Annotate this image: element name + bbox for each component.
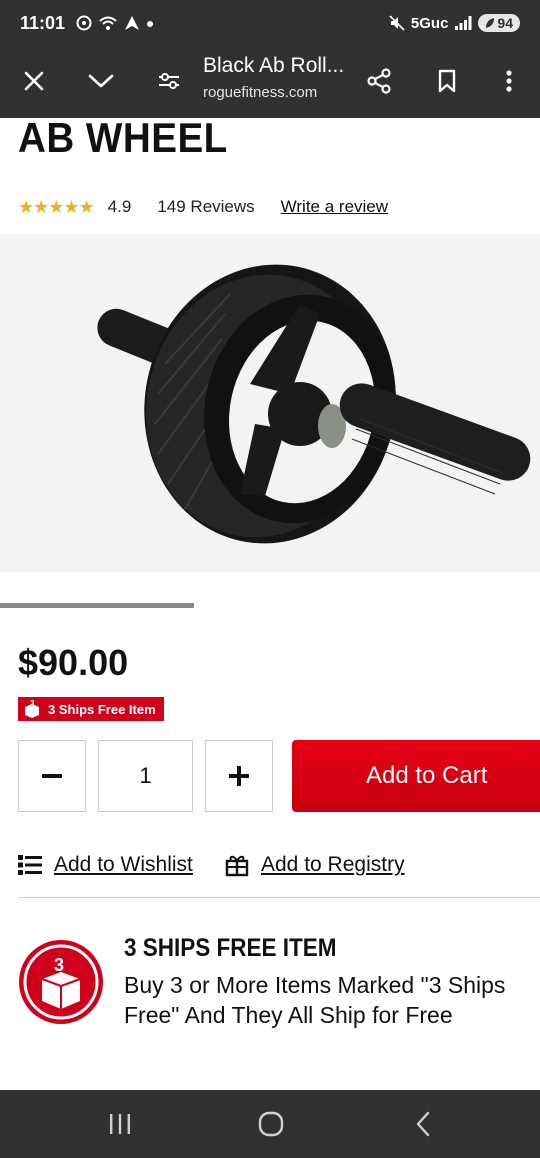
- tune-icon: [159, 73, 179, 89]
- ships-free-title: 3 SHIPS FREE ITEM: [124, 934, 337, 962]
- svg-text:3: 3: [30, 699, 35, 708]
- status-time: 11:01: [20, 13, 66, 33]
- rating-value: 4.9: [107, 197, 132, 216]
- product-image[interactable]: [0, 234, 540, 572]
- add-to-registry-link[interactable]: Add to Registry: [225, 851, 405, 879]
- ab-wheel-image: [97, 264, 531, 544]
- share-icon: [367, 68, 391, 94]
- status-bar: 11:01 5Guc 94: [0, 0, 540, 46]
- recents-icon: [110, 1114, 130, 1134]
- home-icon: [258, 1111, 284, 1137]
- product-name: AB WHEEL: [18, 114, 228, 161]
- ships-free-badge-label: 3 Ships Free Item: [48, 701, 156, 717]
- site-settings-button[interactable]: [146, 58, 192, 104]
- section-divider: [18, 897, 540, 898]
- share-button[interactable]: [356, 58, 402, 104]
- chevron-down-icon: [88, 74, 114, 88]
- battery-level: 94: [497, 15, 513, 31]
- more-menu-button[interactable]: [486, 58, 532, 104]
- navigation-arrow-icon: [125, 16, 139, 30]
- status-notification-icons: [76, 12, 154, 34]
- home-button[interactable]: [241, 1104, 301, 1144]
- mute-icon: [389, 15, 405, 31]
- back-icon: [416, 1111, 430, 1137]
- ships-free-badge: 3 3 Ships Free Item: [18, 697, 164, 721]
- status-right-icons: 5Guc 94: [389, 12, 520, 34]
- add-to-wishlist-link[interactable]: Add to Wishlist: [18, 851, 193, 879]
- messenger-icon: [76, 15, 92, 31]
- minimize-button[interactable]: [78, 58, 124, 104]
- ships-free-icon-number: 3: [54, 955, 64, 975]
- minus-icon: [42, 774, 62, 778]
- network-label: 5Guc: [410, 14, 449, 32]
- wishlist-label: Add to Wishlist: [54, 853, 193, 876]
- bookmark-icon: [438, 69, 456, 93]
- wifi-calling-icon: [99, 16, 117, 30]
- list-icon: [18, 855, 42, 875]
- browser-toolbar: Black Ab Roll... roguefitness.com: [0, 46, 540, 118]
- quantity-input[interactable]: 1: [98, 740, 193, 812]
- quantity-decrease-button[interactable]: [18, 740, 86, 812]
- page-url[interactable]: roguefitness.com: [203, 84, 317, 101]
- rating-stars: ★★★★★: [18, 196, 95, 217]
- page-title[interactable]: Black Ab Roll...: [203, 54, 344, 78]
- battery-indicator: 94: [478, 14, 520, 32]
- add-to-cart-button[interactable]: Add to Cart: [292, 740, 540, 812]
- write-review-link[interactable]: Write a review: [281, 197, 388, 217]
- ships-free-box-icon: 3: [25, 699, 39, 718]
- recent-apps-button[interactable]: [90, 1104, 150, 1144]
- close-icon: [24, 71, 44, 91]
- ships-free-icon: 3: [19, 940, 103, 1024]
- reviews-link[interactable]: 149 Reviews: [157, 197, 254, 217]
- registry-label: Add to Registry: [261, 853, 405, 876]
- rating-row: ★★★★★ 4.9 149 Reviews Write a review: [18, 194, 388, 220]
- battery-saver-icon: [486, 18, 495, 28]
- close-tab-button[interactable]: [11, 58, 57, 104]
- gift-icon: [225, 855, 249, 877]
- more-vert-icon: [506, 70, 512, 92]
- dot-icon: [147, 21, 153, 27]
- signal-icon: [455, 16, 472, 30]
- price: $90.00: [18, 642, 129, 683]
- back-button[interactable]: [393, 1104, 453, 1144]
- ships-free-description: Buy 3 or More Items Marked "3 Ships Free…: [124, 972, 506, 1028]
- carousel-progress: [0, 603, 194, 608]
- bookmark-button[interactable]: [424, 58, 470, 104]
- plus-icon: [229, 766, 249, 786]
- system-nav-bar: [0, 1090, 540, 1158]
- quantity-increase-button[interactable]: [205, 740, 273, 812]
